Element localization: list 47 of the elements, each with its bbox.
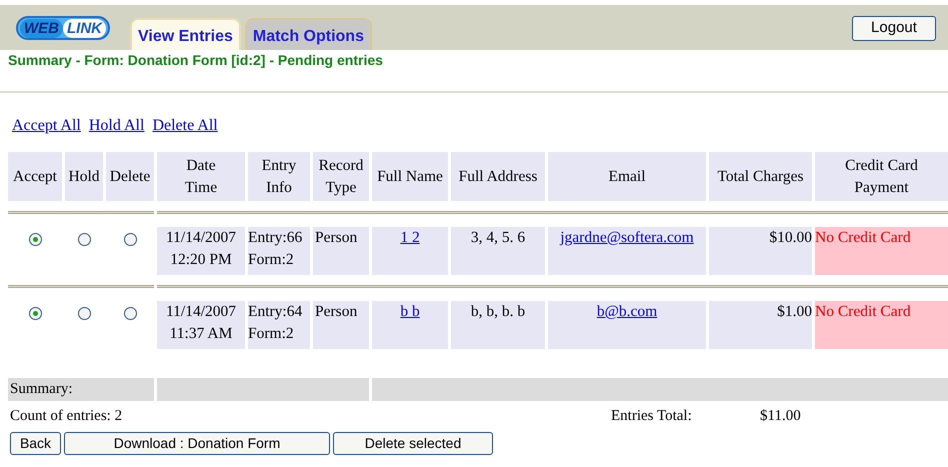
column-header: Full Address — [451, 152, 545, 201]
table-cell: Entry:64 Form:2 — [248, 301, 310, 349]
column-header: Record Type — [313, 152, 369, 201]
radio-button[interactable] — [78, 307, 90, 320]
bulk-link[interactable]: Delete All — [152, 116, 218, 136]
entry-count: Count of entries: 2 — [10, 406, 124, 426]
table-cell: Person — [313, 301, 369, 349]
radio-button[interactable] — [28, 233, 42, 246]
column-header: Accept — [8, 152, 62, 201]
column-header: Delete — [106, 152, 154, 201]
action-button[interactable]: Back — [10, 432, 61, 455]
table-cell: Entry:66 Form:2 — [248, 227, 310, 275]
column-header: Email — [548, 152, 706, 201]
radio-button[interactable] — [124, 307, 136, 320]
column-header: Entry Info — [248, 152, 310, 201]
column-header: Date Time — [157, 152, 245, 201]
table-cell: 11/14/2007 11:37 AM — [157, 301, 245, 349]
action-button[interactable]: Delete selected — [333, 432, 493, 455]
payment-cell: No Credit Card — [815, 227, 948, 275]
table-cell: 11/14/2007 12:20 PM — [157, 227, 245, 275]
action-button[interactable]: Download : Donation Form — [64, 432, 330, 455]
tab[interactable]: Match Options — [244, 18, 372, 50]
table-cell: b, b, b. b — [451, 301, 545, 349]
logout-button[interactable]: Logout — [852, 16, 936, 41]
logo: WEB LINK — [16, 16, 110, 40]
table-cell: Person — [313, 227, 369, 275]
column-header: Total Charges — [709, 152, 812, 201]
email-link[interactable]: b@b.com — [596, 303, 658, 320]
column-header: Credit Card Payment — [815, 152, 948, 201]
table-cell: 3, 4, 5. 6 — [451, 227, 545, 275]
name-link[interactable]: 1 2 — [400, 229, 420, 246]
bulk-link[interactable]: Hold All — [88, 116, 144, 136]
radio-button[interactable] — [78, 233, 90, 246]
radio-button[interactable] — [28, 307, 42, 320]
payment-cell: No Credit Card — [815, 301, 948, 349]
column-header: Full Name — [372, 152, 448, 201]
table-cell: $1.00 — [709, 301, 812, 349]
bulk-link[interactable]: Accept All — [12, 116, 81, 136]
total-label: Entries Total: — [611, 406, 693, 426]
total-amount: $11.00 — [760, 406, 801, 426]
summary-title: Summary - Form: Donation Form [id:2] - Pending entries — [8, 51, 384, 70]
column-header: Hold — [65, 152, 103, 201]
table-cell: $10.00 — [709, 227, 812, 275]
summary-label: Summary: — [8, 378, 154, 401]
tab[interactable]: View Entries — [130, 18, 241, 50]
name-link[interactable]: b b — [400, 303, 420, 320]
radio-button[interactable] — [124, 233, 136, 246]
